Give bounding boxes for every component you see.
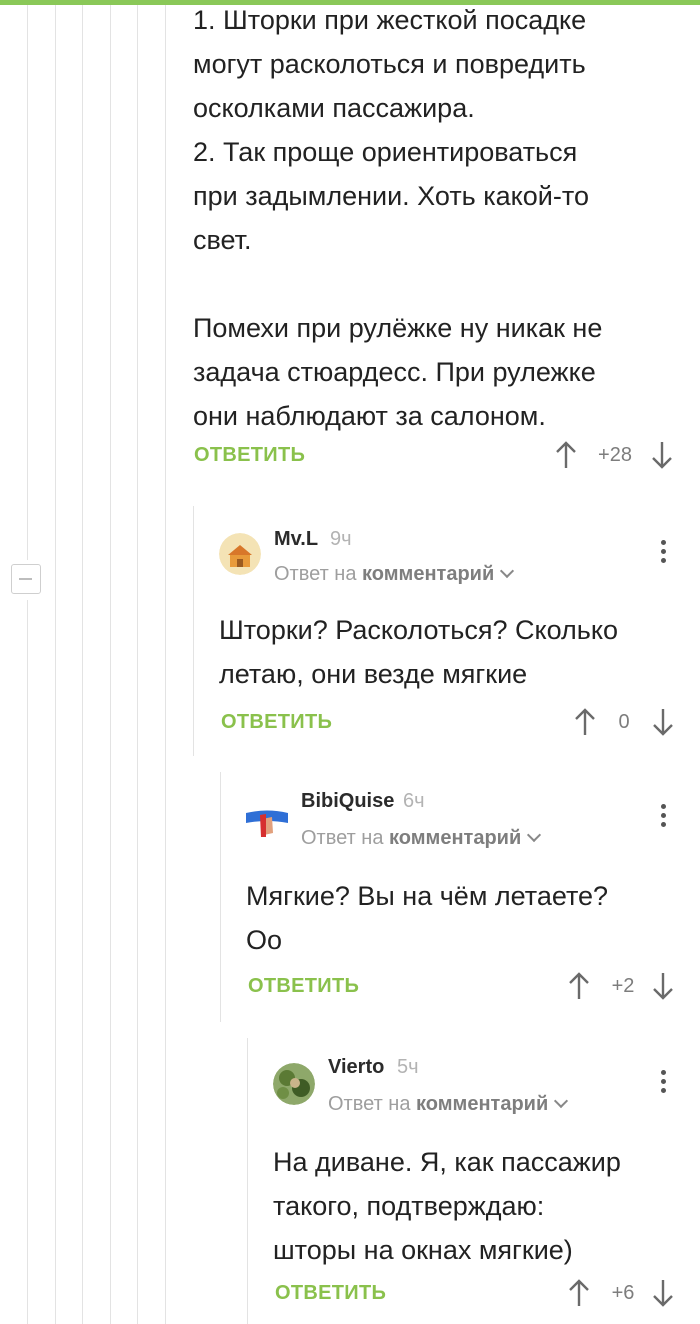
comment-author[interactable]: Mv.L (274, 528, 318, 551)
thread-line (110, 5, 111, 1324)
thread-line (27, 5, 28, 560)
comment-time: 6ч (403, 790, 425, 812)
comment-actions: ОТВЕТИТЬ +2 (220, 969, 700, 1003)
arrow-down-icon[interactable] (651, 971, 675, 1001)
arrow-up-icon[interactable] (573, 707, 597, 737)
chevron-down-icon (500, 563, 515, 579)
comment-author[interactable]: Vierto (328, 1056, 384, 1079)
thread-line (55, 5, 56, 1324)
comment-score: +6 (611, 1282, 635, 1304)
reply-button[interactable]: ОТВЕТИТЬ (248, 975, 359, 998)
reply-button[interactable]: ОТВЕТИТЬ (221, 711, 332, 734)
comment-score: 0 (618, 711, 630, 733)
comment-text: Шторки? Расколоться? Сколько летаю, они … (219, 615, 618, 689)
reply-button[interactable]: ОТВЕТИТЬ (194, 444, 305, 467)
comment-score: +2 (611, 975, 635, 997)
reply-button[interactable]: ОТВЕТИТЬ (275, 1282, 386, 1305)
comment-time: 5ч (397, 1056, 419, 1078)
comment: BibiQuise 6ч Ответ на комментарий Мягкие… (220, 772, 700, 1022)
avatar[interactable] (273, 1063, 315, 1105)
reply-to-link[interactable]: Ответ на комментарий (328, 1093, 569, 1116)
thread-line (82, 5, 83, 1324)
comment: 1. Шторки при жесткой посадке могут раск… (166, 0, 700, 480)
comment-text: 1. Шторки при жесткой посадке могут раск… (193, 5, 603, 431)
thread-line (137, 5, 138, 1324)
avatar[interactable] (246, 799, 288, 841)
arrow-down-icon[interactable] (650, 440, 674, 470)
arrow-up-icon[interactable] (554, 440, 578, 470)
comment-actions: ОТВЕТИТЬ 0 (193, 705, 700, 739)
avatar[interactable] (219, 533, 261, 575)
arrow-down-icon[interactable] (651, 1278, 675, 1308)
more-vertical-icon[interactable] (661, 1070, 667, 1097)
comment: Vierto 5ч Ответ на комментарий На диване… (247, 1038, 700, 1324)
arrow-down-icon[interactable] (651, 707, 675, 737)
comment: Mv.L 9ч Ответ на комментарий Шторки? Рас… (193, 506, 700, 756)
comment-time: 9ч (330, 528, 352, 550)
reply-to-link[interactable]: Ответ на комментарий (274, 563, 515, 586)
arrow-up-icon[interactable] (567, 1278, 591, 1308)
comment-score: +28 (598, 444, 632, 466)
collapse-minus-icon[interactable] (11, 564, 41, 594)
more-vertical-icon[interactable] (661, 804, 667, 831)
thread-line (27, 600, 28, 1324)
more-vertical-icon[interactable] (661, 540, 667, 567)
chevron-down-icon (554, 1093, 569, 1109)
arrow-up-icon[interactable] (567, 971, 591, 1001)
reply-to-link[interactable]: Ответ на комментарий (301, 827, 542, 850)
comment-text: На диване. Я, как пассажир такого, подтв… (273, 1147, 621, 1265)
comment-actions: ОТВЕТИТЬ +6 (247, 1276, 700, 1310)
chevron-down-icon (527, 827, 542, 843)
comment-author[interactable]: BibiQuise (301, 790, 394, 813)
comment-text: Мягкие? Вы на чём летаете? Oo (246, 881, 609, 955)
comment-actions: ОТВЕТИТЬ +28 (166, 438, 700, 472)
